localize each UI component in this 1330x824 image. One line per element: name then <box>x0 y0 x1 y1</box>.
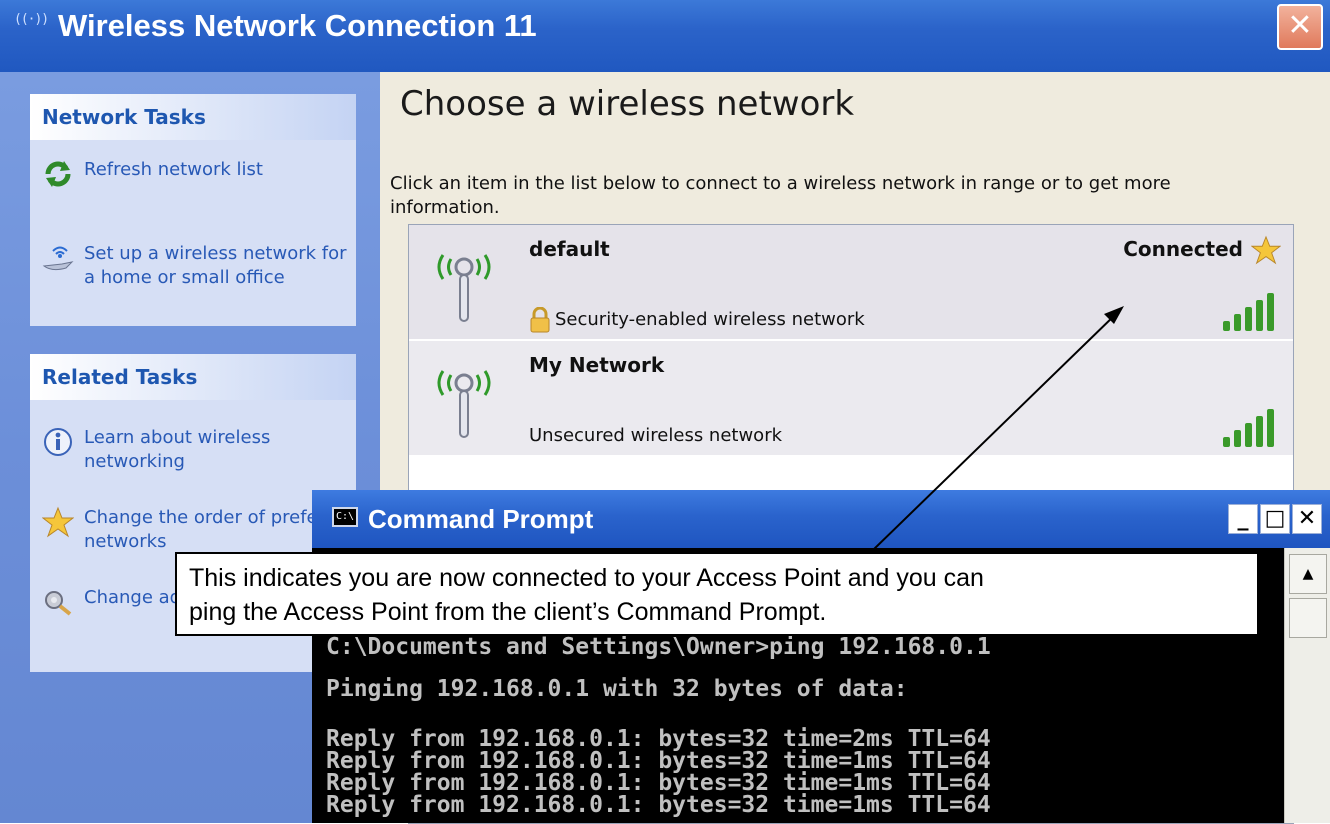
minimize-button[interactable]: _ <box>1228 504 1258 534</box>
task-change-network-order[interactable]: Change the order of preferred networks <box>42 506 356 558</box>
connection-status: Connected <box>1123 237 1243 261</box>
signal-bar <box>1234 430 1241 447</box>
console-line: Pinging 192.168.0.1 with 32 bytes of dat… <box>326 676 908 702</box>
task-label: Refresh network list <box>84 159 263 180</box>
related-tasks-header[interactable]: Related Tasks <box>30 354 356 400</box>
signal-bar <box>1245 423 1252 447</box>
network-security: Unsecured wireless network <box>529 425 783 446</box>
command-prompt-icon: C:\ <box>332 507 358 527</box>
signal-bar <box>1256 300 1263 331</box>
signal-bar <box>1245 307 1252 331</box>
network-tasks-panel: Network Tasks Refresh network list Set u… <box>30 94 356 326</box>
page-title: Choose a wireless network <box>400 84 855 124</box>
signal-bar <box>1234 314 1241 331</box>
command-prompt-window: C:\ Command Prompt _ □ ✕ C:\Documents an… <box>312 490 1330 823</box>
refresh-icon <box>45 161 71 187</box>
lock-icon <box>530 307 550 333</box>
scroll-up-button[interactable]: ▲ <box>1289 554 1327 594</box>
window-title: Wireless Network Connection 11 <box>58 8 537 43</box>
window-title-bar[interactable]: ((·)) Wireless Network Connection 11 ✕ <box>0 0 1330 72</box>
star-icon <box>42 506 74 538</box>
settings-icon <box>45 591 72 616</box>
preferred-star-icon <box>1251 235 1281 265</box>
maximize-button[interactable]: □ <box>1260 504 1290 534</box>
cmd-close-button[interactable]: ✕ <box>1292 504 1322 534</box>
wireless-antenna-icon <box>437 254 491 322</box>
page-description: Click an item in the list below to conne… <box>390 173 1171 218</box>
scroll-thumb[interactable] <box>1289 598 1327 638</box>
signal-bar <box>1256 416 1263 447</box>
signal-bar <box>1223 437 1230 447</box>
console-line: Reply from 192.168.0.1: bytes=32 time=1m… <box>326 792 991 818</box>
network-tasks-header[interactable]: Network Tasks <box>30 94 356 140</box>
task-label: Learn about wireless networking <box>84 427 271 472</box>
task-label: Set up a wireless network for a home or … <box>84 243 347 288</box>
close-button[interactable]: ✕ <box>1277 4 1323 50</box>
command-prompt-title-bar[interactable]: C:\ Command Prompt _ □ ✕ <box>312 490 1330 548</box>
task-setup-wireless-network[interactable]: Set up a wireless network for a home or … <box>42 242 356 294</box>
wireless-icon: ((·)) <box>14 12 49 27</box>
command-prompt-title: Command Prompt <box>368 504 594 534</box>
wireless-setup-icon <box>42 246 74 271</box>
signal-bar <box>1223 321 1230 331</box>
network-item-my-network[interactable]: My Network Unsecured wireless network <box>409 341 1293 455</box>
signal-bar <box>1267 293 1274 331</box>
annotation-callout: This indicates you are now connected to … <box>175 552 1259 636</box>
wireless-antenna-icon <box>437 370 491 438</box>
vertical-scrollbar[interactable]: ▲ <box>1284 548 1330 823</box>
signal-strength-icon <box>1223 293 1274 331</box>
info-icon <box>44 428 72 456</box>
callout-text-line: This indicates you are now connected to … <box>189 564 984 592</box>
network-name: default <box>529 237 610 261</box>
console-line: C:\Documents and Settings\Owner>ping 192… <box>326 634 991 660</box>
network-item-default[interactable]: default Connected Security-enabled wirel… <box>409 225 1293 339</box>
task-learn-wireless[interactable]: Learn about wireless networking <box>42 426 356 478</box>
signal-bar <box>1267 409 1274 447</box>
signal-strength-icon <box>1223 409 1274 447</box>
callout-text-line: ping the Access Point from the client’s … <box>189 598 827 626</box>
network-security: Security-enabled wireless network <box>555 309 865 330</box>
network-name: My Network <box>529 353 665 377</box>
task-refresh-network-list[interactable]: Refresh network list <box>42 158 356 208</box>
